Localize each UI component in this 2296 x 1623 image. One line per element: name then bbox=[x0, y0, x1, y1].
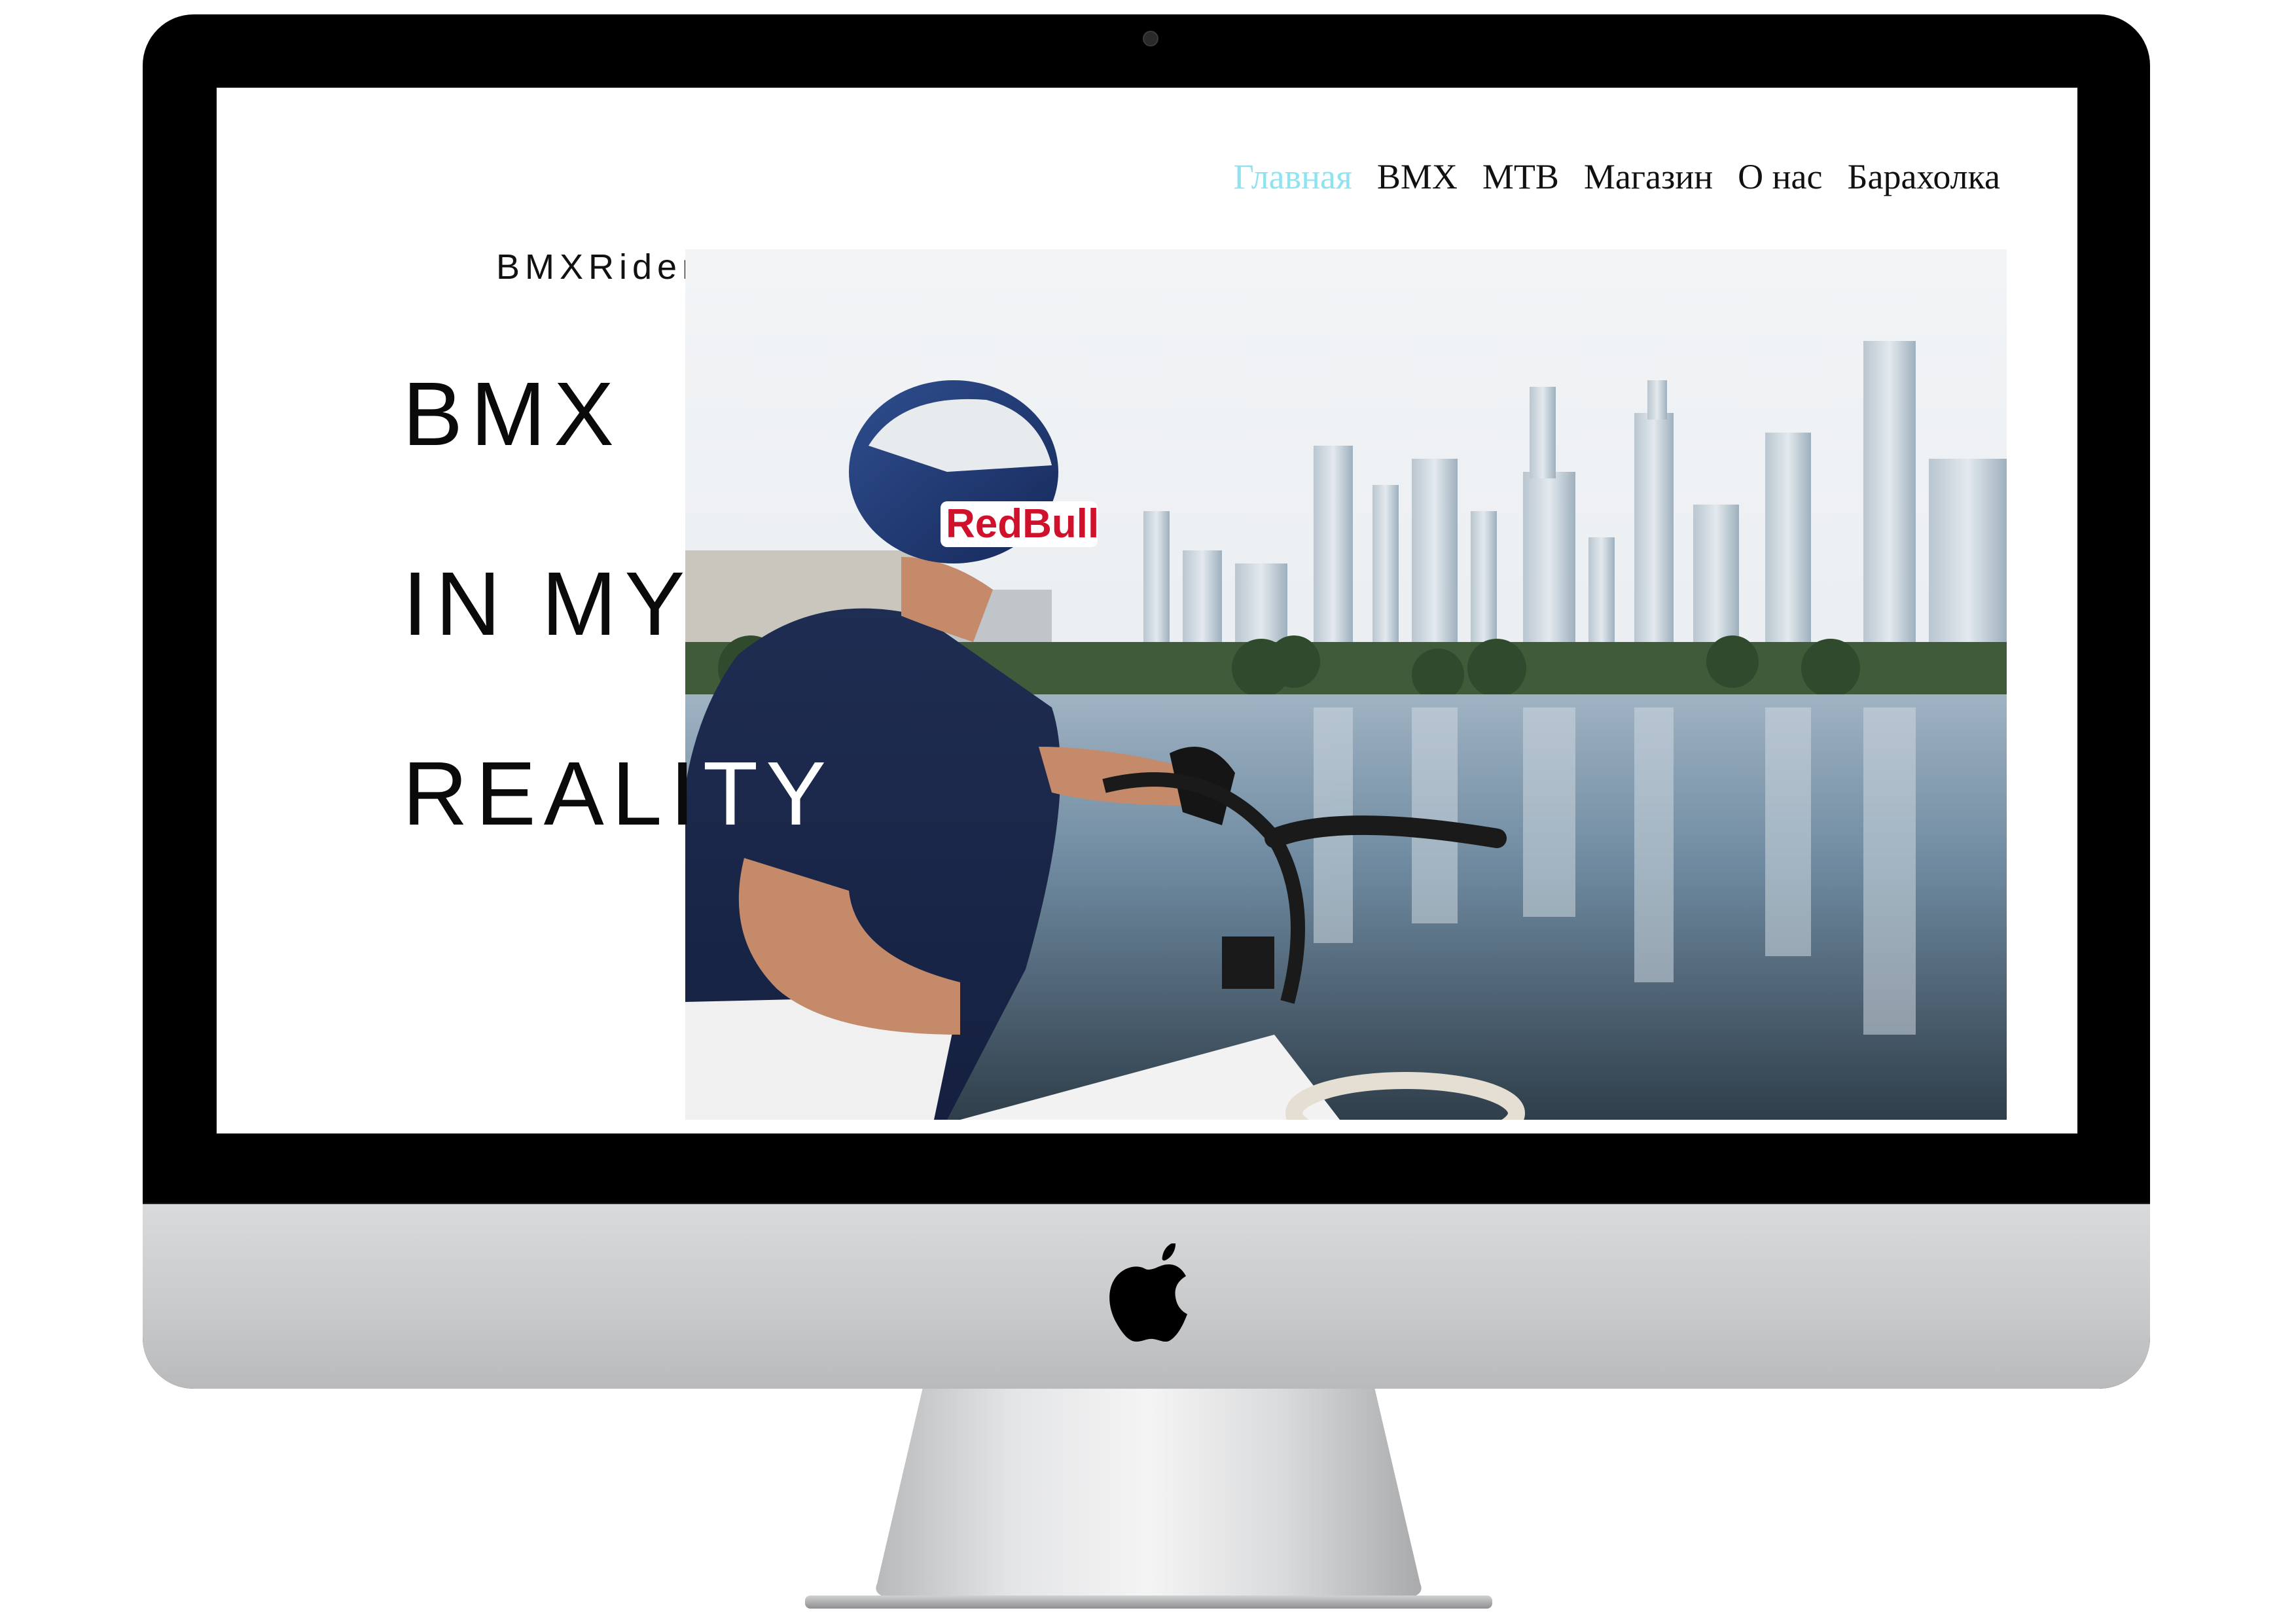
nav-link-bmx[interactable]: BMX bbox=[1377, 156, 1458, 197]
nav-link-about[interactable]: О нас bbox=[1738, 156, 1822, 197]
hero-title-line-3: REALITY bbox=[403, 743, 834, 844]
hero-image: RedBull bbox=[685, 249, 2007, 1120]
camera-icon bbox=[1143, 31, 1158, 46]
nav-link-home[interactable]: Главная bbox=[1234, 156, 1352, 197]
website-screen: Главная BMX MTB Магазин О нас Барахолка … bbox=[217, 88, 2077, 1133]
apple-logo-icon bbox=[1109, 1243, 1187, 1342]
imac-mockup: Главная BMX MTB Магазин О нас Барахолка … bbox=[0, 0, 2296, 1623]
main-nav: Главная BMX MTB Магазин О нас Барахолка bbox=[1234, 156, 2000, 197]
hero-title-line-2: IN MY bbox=[403, 554, 693, 654]
monitor-stand bbox=[805, 1387, 1492, 1609]
helmet-logo: RedBull bbox=[946, 501, 1099, 546]
nav-link-shop[interactable]: Магазин bbox=[1584, 156, 1713, 197]
nav-link-fleamarket[interactable]: Барахолка bbox=[1847, 156, 2000, 197]
hero-title-line-1: BMX bbox=[403, 364, 622, 465]
nav-link-mtb[interactable]: MTB bbox=[1482, 156, 1559, 197]
